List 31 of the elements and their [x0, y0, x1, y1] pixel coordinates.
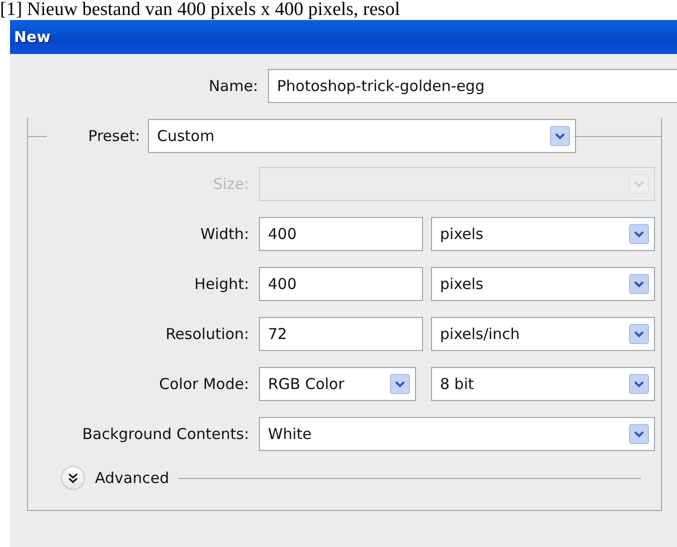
- field-label: Color Mode:: [158, 375, 250, 393]
- field-label: Resolution:: [164, 325, 250, 343]
- field-label: Width:: [199, 225, 250, 243]
- caret-icon: [629, 174, 649, 194]
- preset-dropdown[interactable]: Custom: [148, 119, 576, 153]
- name-field[interactable]: Photoshop-trick-golden-egg: [268, 69, 677, 103]
- bit-depth-dropdown[interactable]: 8 bit: [431, 367, 655, 401]
- caret-icon: [629, 224, 649, 244]
- field-label: Background Contents:: [81, 425, 250, 443]
- window-title: New: [14, 28, 51, 46]
- caret-icon: [629, 274, 649, 294]
- dropdown[interactable]: White: [259, 417, 655, 451]
- advanced-toggle[interactable]: [61, 466, 85, 490]
- unit-dropdown[interactable]: pixels/inch: [431, 317, 655, 351]
- number-field[interactable]: 400: [259, 267, 423, 301]
- caret-icon: [390, 374, 410, 394]
- field-label: Preset:: [87, 127, 141, 145]
- caption-text: [1] Nieuw bestand van 400 pixels x 400 pixels, resol: [0, 0, 401, 20]
- field-label: Height:: [193, 275, 250, 293]
- unit-dropdown[interactable]: pixels: [431, 267, 655, 301]
- caret-icon: [550, 126, 570, 146]
- double-chevron-icon: [66, 471, 80, 485]
- number-field[interactable]: 400: [259, 217, 423, 251]
- caret-icon: [629, 424, 649, 444]
- field-label: Name:: [208, 77, 259, 95]
- caret-icon: [629, 374, 649, 394]
- caret-icon: [629, 324, 649, 344]
- number-field[interactable]: 72: [259, 317, 423, 351]
- color-mode-dropdown[interactable]: RGB Color: [259, 367, 416, 401]
- advanced-label: Advanced: [95, 469, 170, 487]
- unit-dropdown[interactable]: pixels: [431, 217, 655, 251]
